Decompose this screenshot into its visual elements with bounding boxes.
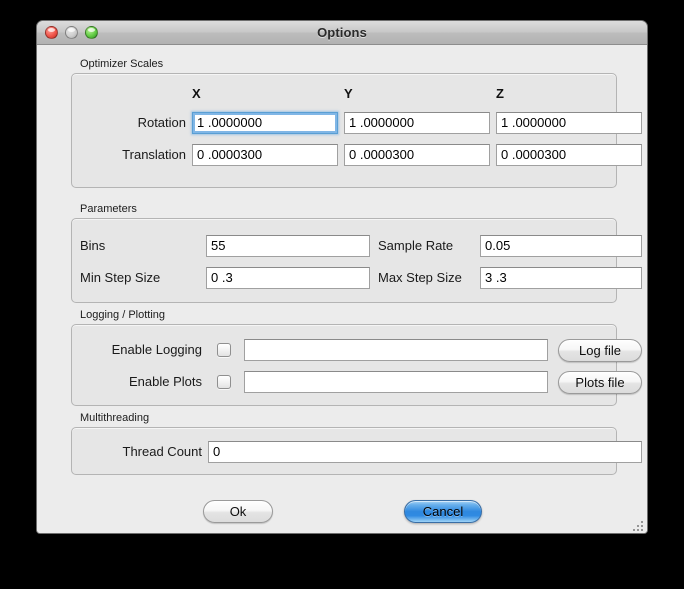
enable-plots-checkbox[interactable] bbox=[217, 375, 231, 389]
group-parameters: Parameters Bins 55 Sample Rate 0.05 Min … bbox=[71, 202, 642, 303]
group-logging-plotting: Logging / Plotting Enable Logging Log fi… bbox=[71, 308, 642, 406]
max-step-size-input[interactable]: 3 .3 bbox=[480, 267, 642, 289]
zoom-button[interactable] bbox=[85, 26, 98, 39]
window-title: Options bbox=[317, 25, 367, 40]
plots-file-path-input[interactable] bbox=[244, 371, 548, 393]
group-box-logging-plotting: Enable Logging Log file Enable Plots Plo… bbox=[71, 324, 642, 406]
label-min-step-size: Min Step Size bbox=[80, 270, 161, 285]
plots-file-button[interactable]: Plots file bbox=[558, 371, 642, 394]
group-label-parameters: Parameters bbox=[80, 203, 137, 215]
group-label-multithreading: Multithreading bbox=[80, 412, 150, 424]
dialog-content: Optimizer Scales X Y Z Rotation 1 .00000… bbox=[37, 45, 647, 533]
label-sample-rate: Sample Rate bbox=[378, 238, 454, 253]
enable-logging-checkbox[interactable] bbox=[217, 343, 231, 357]
options-window: Options Optimizer Scales X Y Z Rotation … bbox=[36, 20, 648, 534]
group-label-logging-plotting: Logging / Plotting bbox=[80, 309, 166, 321]
group-box-optimizer-scales: X Y Z Rotation 1 .0000000 1 .0000000 1 .… bbox=[71, 73, 642, 188]
translation-y-input[interactable]: 0 .0000300 bbox=[344, 144, 490, 166]
log-file-path-input[interactable] bbox=[244, 339, 548, 361]
minimize-button[interactable] bbox=[65, 26, 78, 39]
log-file-button[interactable]: Log file bbox=[558, 339, 642, 362]
group-optimizer-scales: Optimizer Scales X Y Z Rotation 1 .00000… bbox=[71, 57, 642, 188]
group-multithreading: Multithreading Thread Count 0 bbox=[71, 411, 642, 475]
thread-count-input[interactable]: 0 bbox=[208, 441, 642, 463]
resize-grip[interactable] bbox=[631, 519, 645, 533]
bins-input[interactable]: 55 bbox=[206, 235, 370, 257]
group-label-optimizer-scales: Optimizer Scales bbox=[80, 58, 164, 70]
sample-rate-input[interactable]: 0.05 bbox=[480, 235, 642, 257]
column-header-x: X bbox=[192, 86, 201, 101]
row-label-rotation: Rotation bbox=[137, 115, 186, 130]
label-enable-plots: Enable Plots bbox=[129, 374, 202, 389]
title-bar: Options bbox=[37, 21, 647, 45]
label-bins: Bins bbox=[80, 238, 106, 253]
close-button[interactable] bbox=[45, 26, 58, 39]
translation-z-input[interactable]: 0 .0000300 bbox=[496, 144, 642, 166]
column-header-z: Z bbox=[496, 86, 504, 101]
ok-button[interactable]: Ok bbox=[203, 500, 273, 523]
label-max-step-size: Max Step Size bbox=[378, 270, 462, 285]
min-step-size-input[interactable]: 0 .3 bbox=[206, 267, 370, 289]
group-box-parameters: Bins 55 Sample Rate 0.05 Min Step Size 0… bbox=[71, 218, 642, 303]
column-header-y: Y bbox=[344, 86, 353, 101]
label-enable-logging: Enable Logging bbox=[111, 342, 202, 357]
label-thread-count: Thread Count bbox=[122, 444, 203, 459]
rotation-y-input[interactable]: 1 .0000000 bbox=[344, 112, 490, 134]
translation-x-input[interactable]: 0 .0000300 bbox=[192, 144, 338, 166]
cancel-button[interactable]: Cancel bbox=[404, 500, 482, 523]
row-label-translation: Translation bbox=[122, 147, 186, 162]
rotation-z-input[interactable]: 1 .0000000 bbox=[496, 112, 642, 134]
rotation-x-input[interactable]: 1 .0000000 bbox=[192, 112, 338, 134]
group-box-multithreading: Thread Count 0 bbox=[71, 427, 642, 475]
window-controls bbox=[45, 26, 98, 39]
